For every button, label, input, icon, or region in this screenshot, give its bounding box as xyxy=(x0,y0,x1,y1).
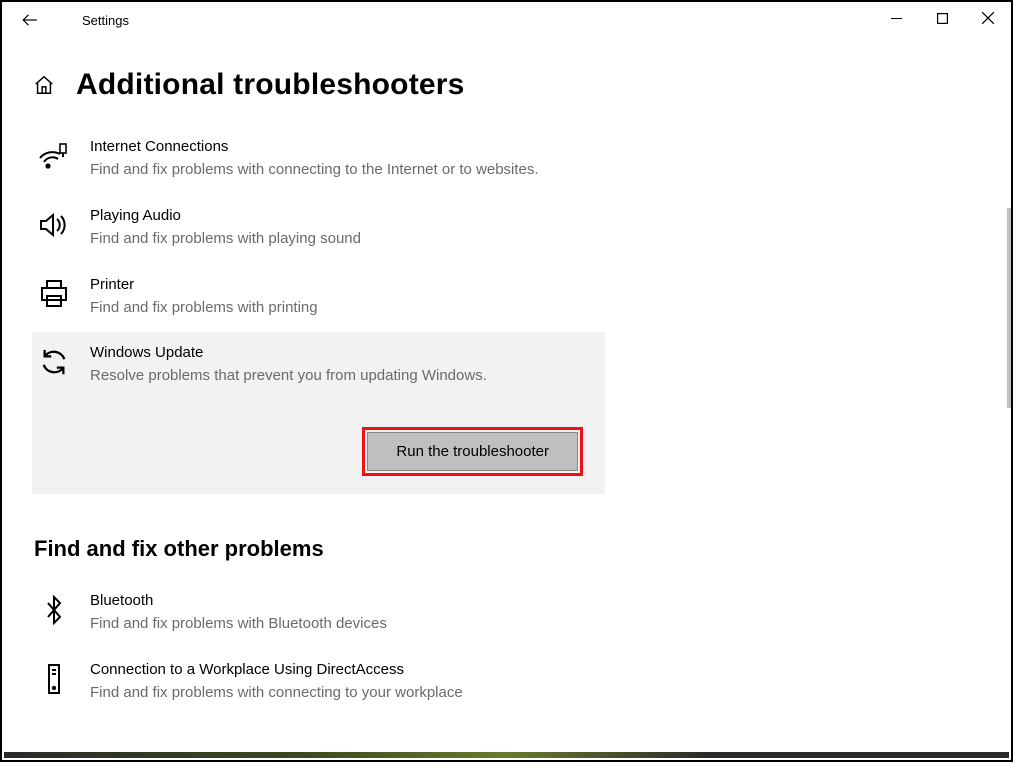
wifi-icon xyxy=(36,138,72,174)
speaker-icon xyxy=(36,207,72,243)
content-area: Additional troubleshooters Internet Conn… xyxy=(2,38,1011,760)
item-bluetooth[interactable]: Bluetooth Find and fix problems with Blu… xyxy=(32,580,605,649)
window-controls xyxy=(873,2,1011,34)
update-icon xyxy=(36,344,72,380)
troubleshooter-list: Internet Connections Find and fix proble… xyxy=(32,126,605,494)
maximize-icon xyxy=(937,13,948,24)
run-button-highlight: Run the troubleshooter xyxy=(362,427,583,476)
home-icon xyxy=(33,74,55,96)
item-title: Bluetooth xyxy=(90,592,591,609)
back-button[interactable] xyxy=(10,2,50,38)
minimize-icon xyxy=(891,13,902,24)
page-header: Additional troubleshooters xyxy=(32,68,1011,102)
item-desc: Find and fix problems with connecting to… xyxy=(90,682,560,704)
item-playing-audio[interactable]: Playing Audio Find and fix problems with… xyxy=(32,195,605,264)
settings-window: Settings Additional troubleshooters xyxy=(0,0,1013,762)
other-problems-list: Bluetooth Find and fix problems with Blu… xyxy=(32,580,605,718)
item-title: Windows Update xyxy=(90,344,591,361)
item-desc: Find and fix problems with playing sound xyxy=(90,228,560,250)
server-icon xyxy=(36,661,72,697)
close-button[interactable] xyxy=(965,2,1011,34)
home-button[interactable] xyxy=(32,73,56,97)
scrollbar-thumb[interactable] xyxy=(1007,208,1011,408)
item-title: Printer xyxy=(90,276,591,293)
taskbar-sliver xyxy=(4,752,1009,758)
printer-icon xyxy=(36,276,72,312)
item-text: Bluetooth Find and fix problems with Blu… xyxy=(90,592,591,635)
item-text: Internet Connections Find and fix proble… xyxy=(90,138,591,181)
back-arrow-icon xyxy=(21,11,39,29)
item-text: Connection to a Workplace Using DirectAc… xyxy=(90,661,591,704)
section-heading-other: Find and fix other problems xyxy=(34,536,1011,562)
maximize-button[interactable] xyxy=(919,2,965,34)
close-icon xyxy=(982,12,994,24)
item-title: Playing Audio xyxy=(90,207,591,224)
item-directaccess[interactable]: Connection to a Workplace Using DirectAc… xyxy=(32,649,605,718)
scroll-area: Additional troubleshooters Internet Conn… xyxy=(2,38,1011,718)
titlebar: Settings xyxy=(2,2,1011,38)
item-desc: Find and fix problems with Bluetooth dev… xyxy=(90,613,560,635)
page-title: Additional troubleshooters xyxy=(76,68,465,102)
item-text: Playing Audio Find and fix problems with… xyxy=(90,207,591,250)
item-windows-update[interactable]: Windows Update Resolve problems that pre… xyxy=(32,332,605,494)
item-printer[interactable]: Printer Find and fix problems with print… xyxy=(32,264,605,333)
item-desc: Find and fix problems with printing xyxy=(90,297,560,319)
item-text: Windows Update Resolve problems that pre… xyxy=(90,344,591,387)
run-troubleshooter-button[interactable]: Run the troubleshooter xyxy=(367,432,578,471)
item-desc: Resolve problems that prevent you from u… xyxy=(90,365,560,387)
item-title: Connection to a Workplace Using DirectAc… xyxy=(90,661,591,678)
item-text: Printer Find and fix problems with print… xyxy=(90,276,591,319)
run-row: Run the troubleshooter xyxy=(36,427,591,476)
bluetooth-icon xyxy=(36,592,72,628)
item-desc: Find and fix problems with connecting to… xyxy=(90,159,560,181)
item-internet-connections[interactable]: Internet Connections Find and fix proble… xyxy=(32,126,605,195)
minimize-button[interactable] xyxy=(873,2,919,34)
item-title: Internet Connections xyxy=(90,138,591,155)
app-title: Settings xyxy=(82,13,129,28)
